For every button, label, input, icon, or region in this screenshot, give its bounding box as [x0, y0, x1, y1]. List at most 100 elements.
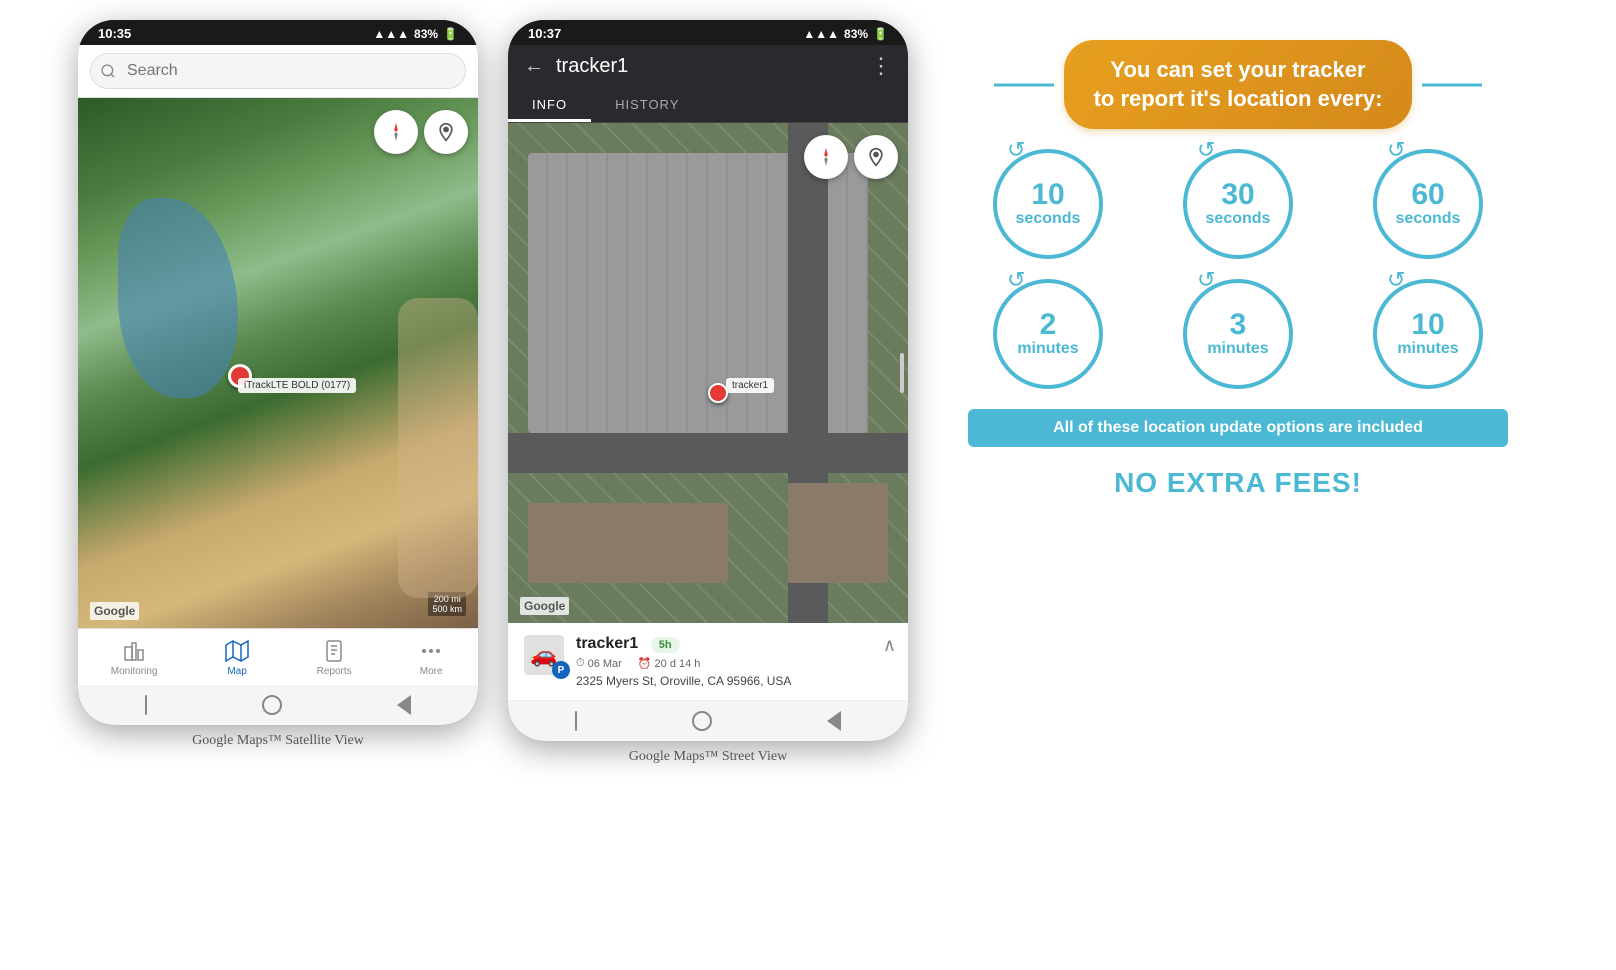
tracker-info-panel: 🚗 P tracker1 5h ⏱ 06 Mar ⏰	[508, 623, 908, 701]
phone1-bottom-bar	[78, 685, 478, 725]
google-logo-satellite: Google	[90, 602, 139, 620]
compass-button-2[interactable]	[804, 135, 848, 179]
car-marker-aerial	[708, 383, 728, 403]
tracker-meta: ⏱ 06 Mar ⏰ 20 d 14 h	[576, 657, 892, 670]
nav-reports-label: Reports	[317, 666, 352, 677]
tab-history[interactable]: HISTORY	[591, 87, 703, 122]
tracker-duration-text: 20 d 14 h	[655, 658, 701, 670]
phone1-battery: 83%	[414, 27, 438, 41]
bottom-menu-icon-2	[575, 711, 577, 731]
map-scale: 200 mi500 km	[428, 592, 466, 616]
circle-item-2: 60 seconds	[1348, 149, 1508, 259]
timer-icon: ⏰	[638, 657, 652, 670]
compass-icon	[385, 121, 407, 143]
circle-item-5: 10 minutes	[1348, 279, 1508, 389]
location-button-2[interactable]	[854, 135, 898, 179]
bottom-home-icon[interactable]	[262, 695, 282, 715]
phone2-screen: ← tracker1 ⋮ INFO HISTORY	[508, 45, 908, 701]
circle-item-4: 3 minutes	[1158, 279, 1318, 389]
tracker-name: tracker1 5h	[576, 635, 892, 653]
more-icon	[419, 639, 443, 663]
phone2-battery-icon: 🔋	[873, 27, 888, 41]
meta-date: ⏱ 06 Mar	[576, 657, 622, 670]
tracker-details: tracker1 5h ⏱ 06 Mar ⏰ 20 d 14 h 2325	[576, 635, 892, 688]
circle-number-2: 60	[1411, 180, 1444, 210]
parking-badge: P	[552, 661, 570, 679]
no-fees-text: NO EXTRA FEES!	[1114, 467, 1362, 499]
tab-history-label: HISTORY	[615, 97, 679, 112]
tracker-icon-wrap: 🚗 P	[524, 635, 564, 675]
collapse-button[interactable]: ∧	[883, 635, 896, 656]
tracker-label-aerial: tracker1	[726, 378, 774, 393]
reports-icon	[322, 639, 346, 663]
circle-unit-4: minutes	[1207, 340, 1268, 358]
circle-item-3: 2 minutes	[968, 279, 1128, 389]
bottom-menu-icon	[145, 695, 147, 715]
phone2-header: ← tracker1 ⋮	[508, 45, 908, 87]
circle-unit-1: seconds	[1206, 210, 1271, 228]
circle-ring-5: 10 minutes	[1373, 279, 1483, 389]
tracker-name-text: tracker1	[576, 635, 638, 652]
tabs-bar: INFO HISTORY	[508, 87, 908, 123]
aerial-map[interactable]: tracker1 Google	[508, 123, 908, 623]
tracker-title: tracker1	[556, 55, 858, 78]
time-badge: 5h	[651, 637, 680, 653]
bottom-back-icon-2[interactable]	[827, 711, 841, 731]
circle-ring-1: 30 seconds	[1183, 149, 1293, 259]
phone2-status-right: ▲▲▲ 83% 🔋	[803, 27, 888, 41]
google-logo-aerial: Google	[520, 597, 569, 615]
location-icon-2	[866, 147, 886, 167]
more-menu-button[interactable]: ⋮	[870, 53, 892, 79]
tab-info-label: INFO	[532, 97, 567, 112]
nav-map-label: Map	[227, 666, 246, 677]
phone2-battery: 83%	[844, 27, 868, 41]
phone2-status-bar: 10:37 ▲▲▲ 83% 🔋	[508, 20, 908, 45]
circle-ring-2: 60 seconds	[1373, 149, 1483, 259]
circle-unit-5: minutes	[1397, 340, 1458, 358]
search-input[interactable]	[90, 53, 466, 89]
compass-button[interactable]	[374, 110, 418, 154]
nav-more[interactable]: More	[401, 635, 461, 681]
phone1-container: 10:35 ▲▲▲ 83% 🔋	[78, 20, 478, 749]
phone1-battery-icon: 🔋	[443, 27, 458, 41]
circle-unit-3: minutes	[1017, 340, 1078, 358]
circle-ring-3: 2 minutes	[993, 279, 1103, 389]
tracker-label-satellite: iTrackLTE BOLD (0177)	[238, 378, 356, 393]
location-button[interactable]	[424, 110, 468, 154]
info-header: You can set your tracker to report it's …	[1064, 40, 1413, 129]
phone2-bottom-bar	[508, 701, 908, 741]
nav-more-label: More	[420, 666, 443, 677]
circle-number-3: 2	[1040, 310, 1057, 340]
bottom-nav: Monitoring Map Reports	[78, 628, 478, 685]
circle-ring-4: 3 minutes	[1183, 279, 1293, 389]
phone1-signal-icon: ▲▲▲	[373, 27, 409, 41]
circle-number-4: 3	[1230, 310, 1247, 340]
phone1-caption: Google Maps™ Satellite View	[192, 733, 364, 749]
bottom-banner: All of these location update options are…	[968, 409, 1508, 447]
phone2-signal-icon: ▲▲▲	[803, 27, 839, 41]
search-input-wrap[interactable]	[90, 53, 466, 89]
tracker-date-text: 06 Mar	[588, 658, 622, 670]
nav-map[interactable]: Map	[207, 635, 267, 681]
circle-item-0: 10 seconds	[968, 149, 1128, 259]
nav-reports[interactable]: Reports	[301, 635, 368, 681]
circle-ring-0: 10 seconds	[993, 149, 1103, 259]
building-1	[528, 503, 728, 583]
circle-number-1: 30	[1221, 180, 1254, 210]
circle-unit-0: seconds	[1016, 210, 1081, 228]
phone1-screen: iTrackLTE BOLD (0177) Google 200 mi500 k…	[78, 45, 478, 685]
tab-info[interactable]: INFO	[508, 87, 591, 122]
search-bar	[78, 45, 478, 98]
info-header-line2: to report it's location every:	[1094, 86, 1383, 111]
infographic-panel: You can set your tracker to report it's …	[938, 20, 1538, 519]
circle-unit-2: seconds	[1396, 210, 1461, 228]
clock-icon: ⏱	[576, 657, 585, 670]
bottom-back-icon[interactable]	[397, 695, 411, 715]
satellite-map[interactable]: iTrackLTE BOLD (0177) Google 200 mi500 k…	[78, 98, 478, 628]
nav-monitoring[interactable]: Monitoring	[95, 635, 174, 681]
building-2	[788, 483, 888, 583]
phone2-container: 10:37 ▲▲▲ 83% 🔋 ← tracker1 ⋮ INFO HISTOR…	[508, 20, 908, 765]
back-button[interactable]: ←	[524, 55, 544, 78]
tracker-address: 2325 Myers St, Oroville, CA 95966, USA	[576, 674, 892, 688]
bottom-home-icon-2[interactable]	[692, 711, 712, 731]
